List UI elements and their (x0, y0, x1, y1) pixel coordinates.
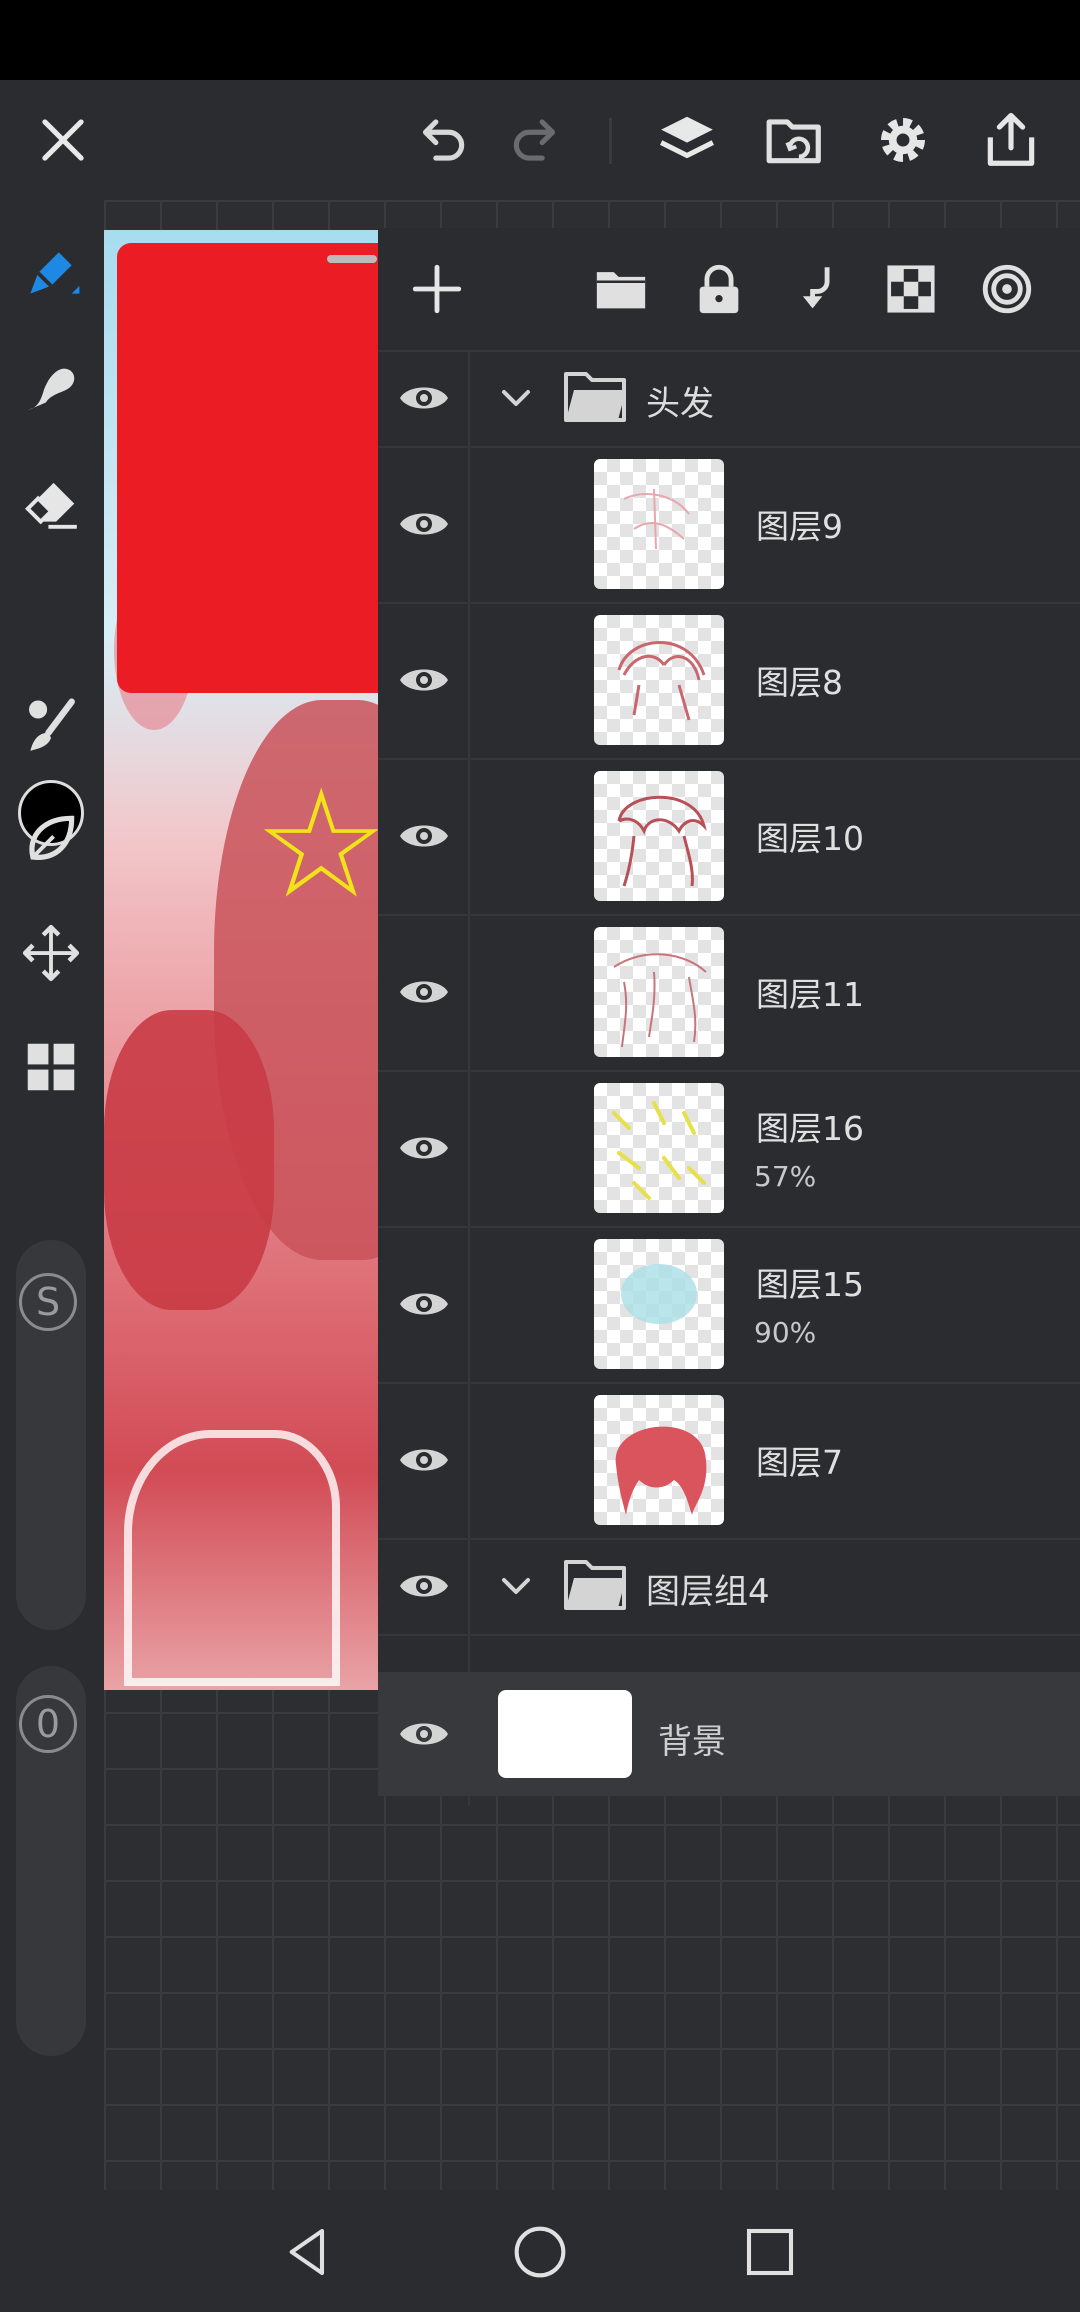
chevron-down-icon[interactable] (496, 378, 536, 418)
share-icon[interactable] (966, 80, 1056, 200)
group-name: 头发 (646, 384, 714, 424)
redo-icon[interactable] (492, 80, 582, 200)
layer-thumbnail (594, 1083, 724, 1213)
eraser-icon[interactable] (10, 460, 92, 542)
move-icon[interactable] (10, 912, 92, 994)
back-icon[interactable] (268, 2212, 348, 2292)
background-name: 背景 (658, 1722, 726, 1762)
undo-icon[interactable] (396, 80, 486, 200)
size-badge: S (19, 1273, 77, 1331)
recents-icon[interactable] (730, 2212, 810, 2292)
layers-icon[interactable] (642, 80, 732, 200)
grid-icon[interactable] (10, 1026, 92, 1108)
chevron-down-icon[interactable] (496, 1566, 536, 1606)
layer-row[interactable]: 图层11 (378, 914, 1080, 1072)
layer-panel: 头发 图层9 图层8 图层10 图层11 图层16 57% 图层15 90% 图… (378, 228, 1080, 1806)
toolbar-divider (609, 118, 612, 164)
layer-panel-toolbar (378, 228, 1080, 352)
layer-row[interactable]: 图层10 (378, 758, 1080, 916)
opacity-badge: 0 (19, 1695, 77, 1753)
layer-name: 图层15 (756, 1265, 864, 1304)
pen-icon[interactable] (10, 232, 92, 314)
home-icon[interactable] (500, 2212, 580, 2292)
panel-drag-handle[interactable] (327, 255, 377, 263)
merge-down-icon[interactable] (776, 250, 854, 328)
background-thumbnail (498, 1690, 632, 1778)
eye-icon[interactable] (394, 368, 454, 428)
eye-icon[interactable] (394, 494, 454, 554)
layer-thumbnail (594, 459, 724, 589)
layer-thumbnail (594, 1239, 724, 1369)
layer-opacity: 90% (754, 1316, 817, 1349)
left-toolbar: S 0 (0, 200, 104, 2190)
layer-name: 图层11 (756, 975, 864, 1014)
close-icon[interactable] (18, 80, 108, 200)
system-nav-bar (0, 2190, 1080, 2312)
artwork-outline (124, 1430, 340, 1686)
eye-icon[interactable] (394, 1274, 454, 1334)
add-layer-icon[interactable] (398, 250, 476, 328)
background-layer-row[interactable]: 背景 (378, 1672, 1080, 1796)
brush-icon[interactable] (10, 684, 92, 766)
layer-group-row[interactable]: 头发 (378, 350, 1080, 448)
lasso-icon[interactable] (10, 798, 92, 880)
layer-opacity: 57% (754, 1160, 817, 1193)
folder-icon (564, 1560, 626, 1610)
layer-name: 图层10 (756, 819, 864, 858)
new-folder-icon[interactable] (582, 250, 660, 328)
layer-thumbnail (594, 1395, 724, 1525)
status-bar (0, 0, 1080, 80)
layer-row[interactable]: 图层16 57% (378, 1070, 1080, 1228)
eye-icon[interactable] (394, 962, 454, 1022)
layer-row[interactable]: 图层7 (378, 1382, 1080, 1540)
eye-icon[interactable] (394, 1704, 454, 1764)
checker-icon[interactable] (872, 250, 950, 328)
blend-icon[interactable] (968, 250, 1046, 328)
artwork-star: ☆ (254, 758, 380, 932)
import-icon[interactable] (750, 80, 840, 200)
layer-name: 图层8 (756, 663, 843, 702)
top-toolbar (0, 80, 1080, 200)
layer-thumbnail (594, 771, 724, 901)
layer-name: 图层16 (756, 1109, 864, 1148)
artwork-clothing (104, 1010, 274, 1310)
layer-name: 图层7 (756, 1443, 843, 1482)
smudge-icon[interactable] (10, 346, 92, 428)
lock-icon[interactable] (680, 250, 758, 328)
eye-icon[interactable] (394, 806, 454, 866)
layer-group-row[interactable]: 图层组4 (378, 1538, 1080, 1636)
folder-icon (564, 372, 626, 422)
eye-icon[interactable] (394, 1556, 454, 1616)
eye-icon[interactable] (394, 1430, 454, 1490)
eye-icon[interactable] (394, 650, 454, 710)
layer-row[interactable]: 图层8 (378, 602, 1080, 760)
layer-row[interactable]: 图层15 90% (378, 1226, 1080, 1384)
artwork-red-block (117, 243, 380, 693)
eye-icon[interactable] (394, 1118, 454, 1178)
layer-thumbnail (594, 927, 724, 1057)
layer-thumbnail (594, 615, 724, 745)
group-name: 图层组4 (646, 1572, 770, 1612)
layer-row[interactable]: 图层9 (378, 446, 1080, 604)
layer-name: 图层9 (756, 507, 843, 546)
settings-icon[interactable] (858, 80, 948, 200)
